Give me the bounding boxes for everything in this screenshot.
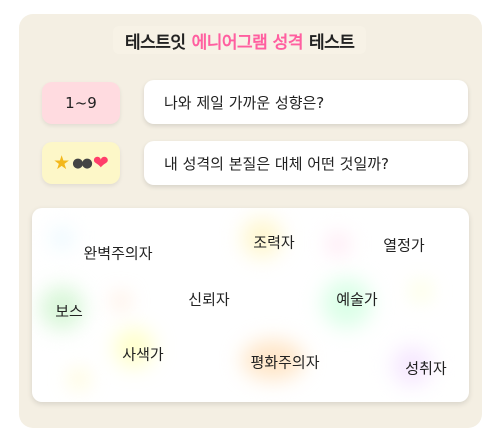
- type-achiever: 성취자: [405, 359, 447, 378]
- type-perfectionist: 완벽주의자: [83, 244, 153, 263]
- question-text-1: 나와 제일 가까운 성향은?: [164, 93, 325, 112]
- question-bubble-1: 나와 제일 가까운 성향은?: [144, 80, 468, 124]
- type-thinker: 사색가: [122, 345, 164, 364]
- heart-icon: ❤: [92, 152, 109, 174]
- range-tag: 1~9: [42, 82, 120, 124]
- title-prefix: 테스트잇: [125, 32, 186, 53]
- range-tag-label: 1~9: [65, 94, 97, 112]
- glow-decoration: [52, 228, 72, 248]
- glow-decoration: [70, 370, 88, 388]
- star-icon: ★: [53, 152, 71, 174]
- type-boss: 보스: [55, 302, 83, 321]
- type-enthusiast: 열정가: [383, 236, 425, 255]
- dots-icon: ●●: [72, 155, 93, 171]
- page-title: 테스트잇 에니어그램 성격 테스트: [113, 26, 367, 54]
- type-cloud: 완벽주의자 조력자 열정가 보스 신뢰자 예술가 사색가 평화주의자 성취자: [32, 208, 469, 402]
- glow-decoration: [412, 282, 430, 300]
- type-artist: 예술가: [336, 290, 378, 309]
- title-accent: 에니어그램 성격: [191, 32, 304, 53]
- title-suffix: 테스트: [308, 32, 355, 53]
- icon-tag: ★ ●● ❤: [42, 142, 120, 184]
- question-text-2: 내 성격의 본질은 대체 어떤 것일까?: [164, 154, 390, 173]
- type-peacemaker: 평화주의자: [250, 353, 320, 372]
- question-bubble-2: 내 성격의 본질은 대체 어떤 것일까?: [144, 141, 468, 185]
- glow-decoration: [114, 294, 128, 308]
- type-helper: 조력자: [253, 233, 295, 252]
- type-loyalist: 신뢰자: [188, 290, 230, 309]
- glow-decoration: [327, 233, 349, 255]
